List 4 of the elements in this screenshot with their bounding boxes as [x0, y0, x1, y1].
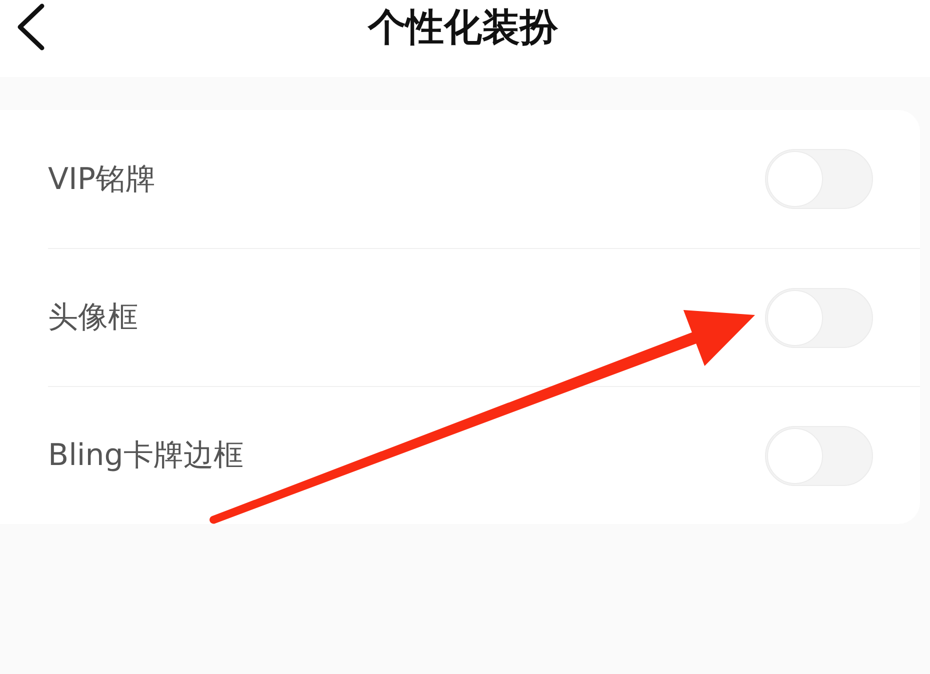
setting-label: VIP铭牌 — [48, 160, 156, 198]
setting-label: 头像框 — [48, 299, 138, 337]
setting-label: Bling卡牌边框 — [48, 437, 244, 475]
page-title: 个性化装扮 — [368, 8, 558, 46]
